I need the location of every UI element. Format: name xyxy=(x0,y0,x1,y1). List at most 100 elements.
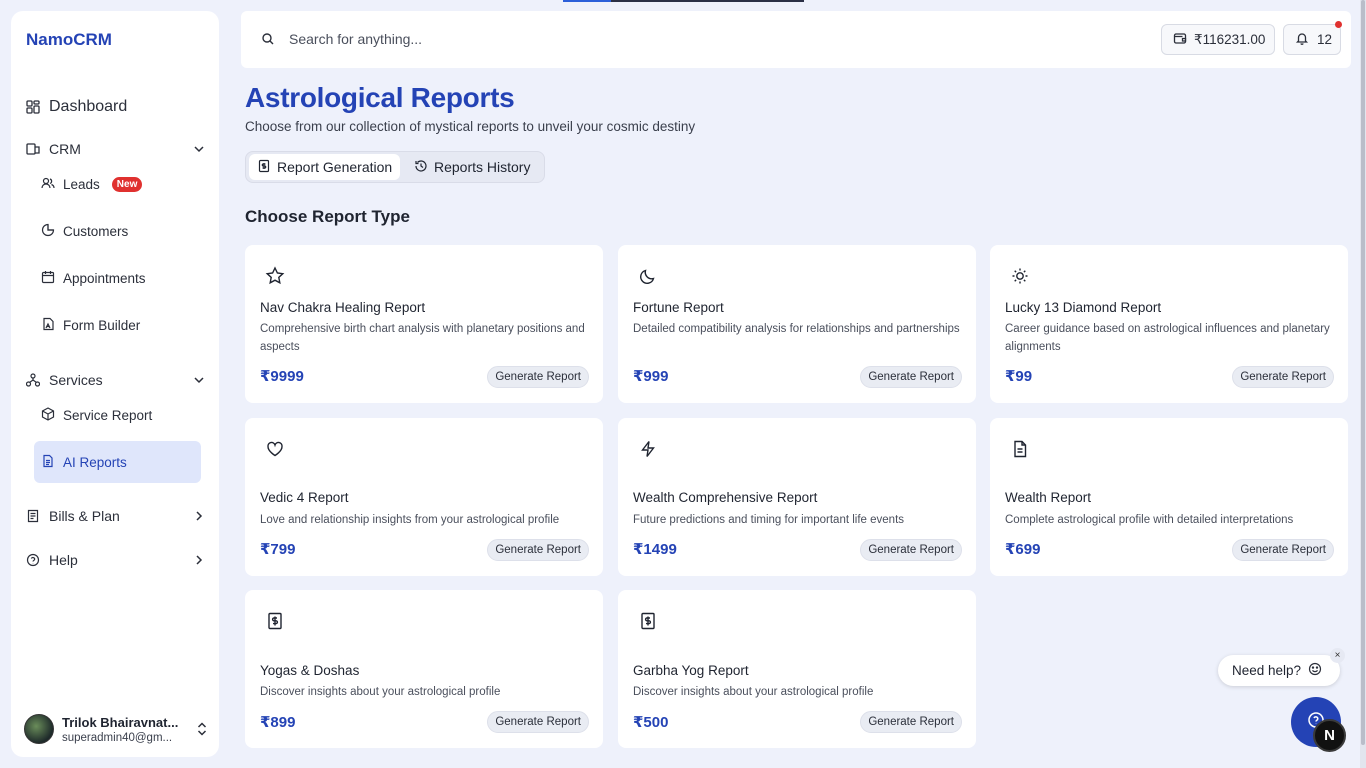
dashboard-icon xyxy=(25,99,41,115)
report-price: ₹9999 xyxy=(260,368,304,385)
sidebar-item-label: Form Builder xyxy=(63,317,141,333)
sidebar-item-label: Services xyxy=(49,372,103,388)
help-circle-icon xyxy=(25,552,41,568)
report-description: Discover insights about your astrologica… xyxy=(633,686,874,698)
report-description: Discover insights about your astrologica… xyxy=(260,686,501,698)
report-price: ₹699 xyxy=(1005,541,1041,558)
sidebar-item-label: Service Report xyxy=(63,407,153,423)
sidebar-item-label: Bills & Plan xyxy=(49,508,120,524)
receipt-icon xyxy=(25,508,41,524)
sidebar-item-leads[interactable]: Leads New xyxy=(34,163,201,205)
generate-report-button[interactable]: Generate Report xyxy=(487,711,589,733)
generate-report-button[interactable]: Generate Report xyxy=(860,366,962,388)
report-card: Garbha Yog Report Discover insights abou… xyxy=(618,590,976,748)
file-text-icon xyxy=(41,454,55,471)
notification-count: 12 xyxy=(1317,32,1333,47)
pie-chart-icon xyxy=(41,223,55,240)
history-icon xyxy=(414,159,428,176)
sidebar-item-form-builder[interactable]: Form Builder xyxy=(34,304,201,346)
user-email: superadmin40@gm... xyxy=(62,731,173,744)
report-description: Comprehensive birth chart analysis with … xyxy=(260,323,585,353)
report-title: Fortune Report xyxy=(633,300,724,315)
sidebar-item-label: AI Reports xyxy=(63,454,127,470)
chevron-right-icon xyxy=(193,554,205,566)
sidebar-item-crm[interactable]: CRM xyxy=(23,131,209,167)
close-icon[interactable]: × xyxy=(1330,648,1345,663)
sidebar-item-bills-plan[interactable]: Bills & Plan xyxy=(23,498,209,534)
need-help-bubble[interactable]: Need help? xyxy=(1218,655,1340,686)
sidebar-item-appointments[interactable]: Appointments xyxy=(34,257,201,299)
wallet-icon xyxy=(1173,31,1187,48)
smile-icon xyxy=(1308,662,1322,679)
sidebar-item-services[interactable]: Services xyxy=(23,362,209,398)
sidebar: NamoCRM Dashboard CRM Leads New Customer… xyxy=(11,11,219,757)
sidebar-item-label: Customers xyxy=(63,223,129,239)
search-input[interactable] xyxy=(289,28,709,50)
sidebar-item-dashboard[interactable]: Dashboard xyxy=(23,89,209,125)
wallet-balance: ₹116231.00 xyxy=(1194,31,1266,47)
wallet-balance-button[interactable]: ₹116231.00 xyxy=(1161,24,1275,55)
calendar-icon xyxy=(41,270,55,287)
box-icon xyxy=(41,406,55,424)
n-badge[interactable]: N xyxy=(1313,719,1346,752)
report-card: Vedic 4 Report Love and relationship ins… xyxy=(245,418,603,576)
report-price: ₹1499 xyxy=(633,541,677,558)
sidebar-item-label: Leads xyxy=(63,176,100,192)
receipt-icon xyxy=(257,159,271,176)
generate-report-button[interactable]: Generate Report xyxy=(1232,366,1334,388)
report-description: Career guidance based on astrological in… xyxy=(1005,323,1330,353)
crm-icon xyxy=(25,141,41,157)
scrollbar-thumb[interactable] xyxy=(1361,0,1365,745)
report-card: Wealth Comprehensive Report Future predi… xyxy=(618,418,976,576)
receipt-icon xyxy=(265,611,285,631)
sidebar-item-customers[interactable]: Customers xyxy=(34,210,201,252)
sidebar-item-ai-reports[interactable]: AI Reports xyxy=(34,441,201,483)
chevron-right-icon xyxy=(193,510,205,522)
notifications-button[interactable]: 12 xyxy=(1283,21,1342,55)
tab-label: Report Generation xyxy=(277,159,393,175)
report-card: Fortune Report Detailed compatibility an… xyxy=(618,245,976,403)
report-description: Love and relationship insights from your… xyxy=(260,514,560,526)
heart-icon xyxy=(265,439,285,459)
star-icon xyxy=(265,266,285,286)
report-price: ₹799 xyxy=(260,541,296,558)
tab-reports-history[interactable]: Reports History xyxy=(406,154,538,180)
page-title: Astrological Reports xyxy=(245,82,515,113)
user-profile[interactable]: Trilok Bhairavnat... superadmin40@gm... xyxy=(24,711,209,747)
report-price: ₹500 xyxy=(633,714,669,731)
report-title: Yogas & Doshas xyxy=(260,663,360,678)
sidebar-item-help[interactable]: Help xyxy=(23,542,209,578)
page-loading-bar xyxy=(563,0,804,2)
user-name: Trilok Bhairavnat... xyxy=(62,714,179,730)
report-tabs: Report Generation Reports History xyxy=(245,151,545,183)
report-title: Lucky 13 Diamond Report xyxy=(1005,300,1162,315)
report-title: Wealth Report xyxy=(1005,490,1092,505)
lightning-icon xyxy=(638,439,658,459)
sun-icon xyxy=(1010,266,1030,286)
brand-logo[interactable]: NamoCRM xyxy=(26,30,112,50)
report-title: Vedic 4 Report xyxy=(260,490,349,505)
document-icon xyxy=(1010,439,1030,459)
report-card: Nav Chakra Healing Report Comprehensive … xyxy=(245,245,603,403)
generate-report-button[interactable]: Generate Report xyxy=(1232,539,1334,561)
sidebar-item-service-report[interactable]: Service Report xyxy=(34,394,201,436)
page-subtitle: Choose from our collection of mystical r… xyxy=(245,119,696,134)
report-title: Garbha Yog Report xyxy=(633,663,749,678)
generate-report-button[interactable]: Generate Report xyxy=(487,366,589,388)
tab-report-generation[interactable]: Report Generation xyxy=(249,154,401,180)
need-help-label: Need help? xyxy=(1232,663,1302,678)
report-price: ₹999 xyxy=(633,368,669,385)
receipt-icon xyxy=(638,611,658,631)
form-icon xyxy=(41,317,55,334)
chevron-up-down-icon[interactable] xyxy=(195,721,209,737)
generate-report-button[interactable]: Generate Report xyxy=(860,539,962,561)
report-title: Wealth Comprehensive Report xyxy=(633,490,818,505)
tab-label: Reports History xyxy=(434,159,531,175)
section-title: Choose Report Type xyxy=(245,207,410,226)
generate-report-button[interactable]: Generate Report xyxy=(860,711,962,733)
generate-report-button[interactable]: Generate Report xyxy=(487,539,589,561)
report-title: Nav Chakra Healing Report xyxy=(260,300,426,315)
services-icon xyxy=(25,372,41,388)
notification-dot xyxy=(1335,21,1342,28)
chevron-down-icon xyxy=(193,374,205,386)
